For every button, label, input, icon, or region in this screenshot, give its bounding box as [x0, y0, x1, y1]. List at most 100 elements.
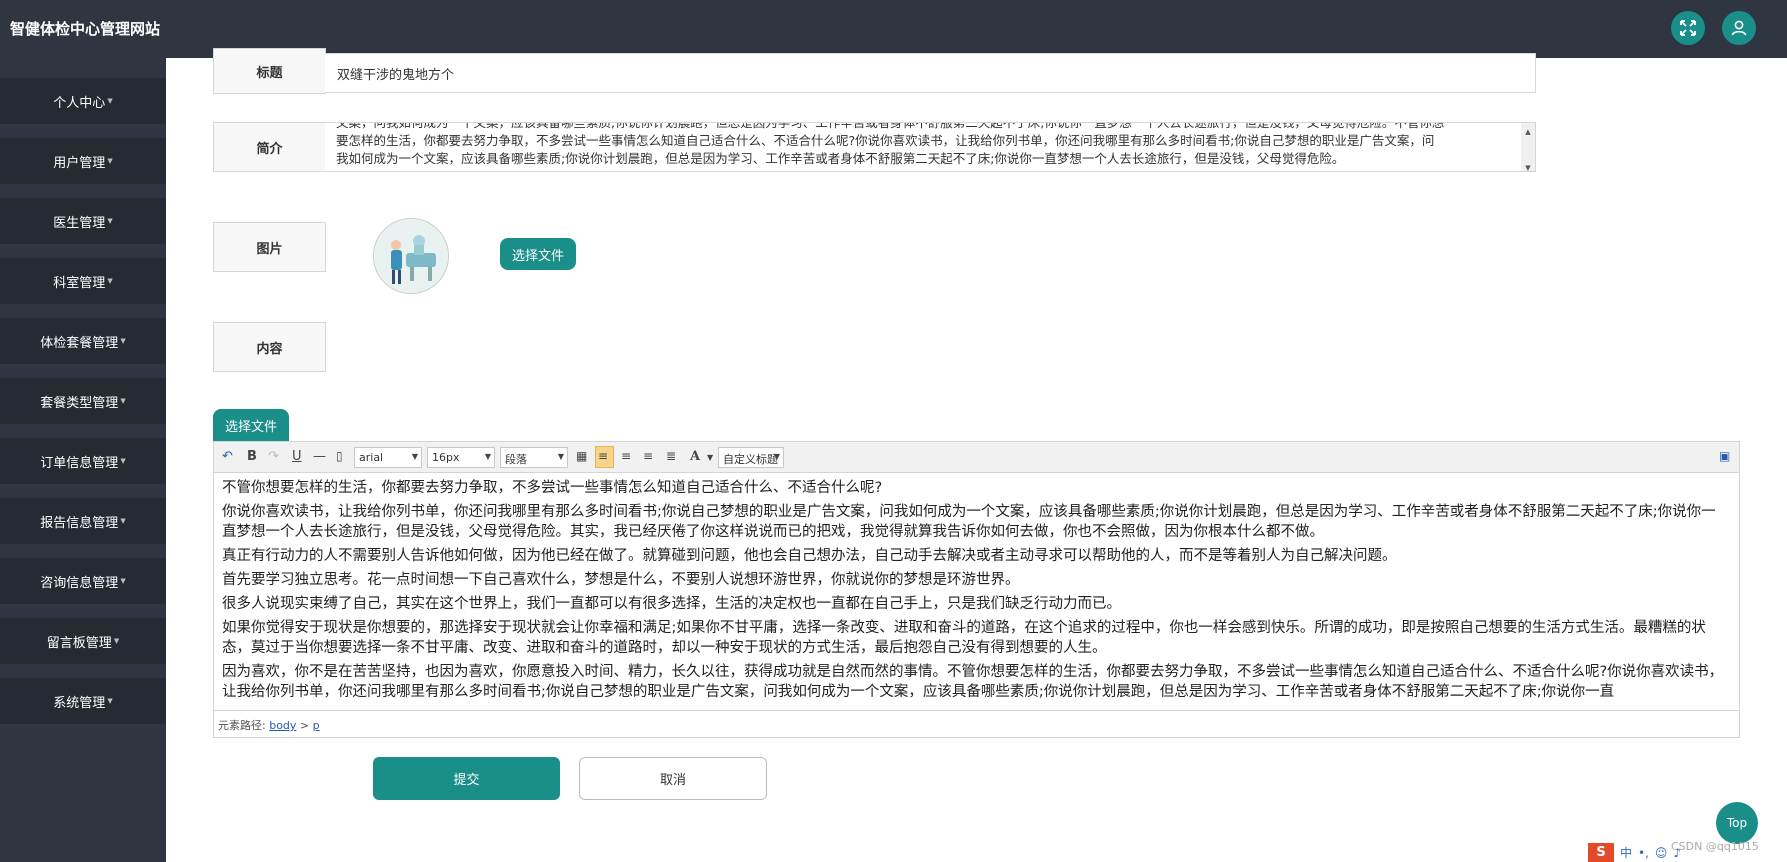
back-to-top-button[interactable]: Top [1716, 802, 1758, 844]
caret-down-icon: ▼ [120, 457, 126, 465]
undo-icon[interactable]: ↶ [222, 449, 233, 464]
fullscreen-icon[interactable] [1671, 11, 1705, 45]
sidebar-item-checkup-packages[interactable]: 体检套餐管理 ▼ [0, 318, 166, 364]
sidebar-item-message-board[interactable]: 留言板管理 ▼ [0, 618, 166, 664]
sidebar-item-label: 报告信息管理 [40, 515, 119, 531]
horizontal-rule-icon[interactable]: — [313, 449, 326, 464]
intro-line: 文案，问我如何成为一个文案，应该具备哪些素质;你说你计划晨跑，但总是因为学习、工… [336, 122, 1445, 130]
sidebar-item-doctors[interactable]: 医生管理 ▼ [0, 198, 166, 244]
editor-paragraph: 不管你想要怎样的生活，你都要去努力争取，不多尝试一些事情怎么知道自己适合什么、不… [222, 480, 883, 496]
uploaded-image-thumbnail [373, 218, 449, 294]
editor-paragraph: 因为喜欢，你不是在苦苦坚持，也因为喜欢，你愿意投入时间、精力，长久以往，获得成功… [222, 664, 1724, 700]
font-color-dropdown-icon[interactable]: ▼ [707, 453, 713, 462]
sidebar-item-consultations[interactable]: 咨询信息管理 ▼ [0, 558, 166, 604]
editor-paragraph: 真正有行动力的人不需要别人告诉他如何做，因为他已经在做了。就算碰到问题，他也会自… [222, 548, 1397, 564]
rich-text-editor: ↶ B ↷ U — ▯ arial ▼ 16px ▼ 段落 ▼ ▦ ≡ ≡ ≡ ≣ A… [213, 441, 1740, 738]
editor-paragraph: 如果你觉得安于现状是你想要的，那选择安于现状就会让你幸福和满足;如果你不甘平庸，… [222, 620, 1706, 656]
ime-language[interactable]: 中 [1620, 844, 1632, 861]
paragraph-value: 段落 [505, 453, 527, 466]
title-input[interactable]: 双缝干涉的鬼地方个 [325, 53, 1536, 93]
sidebar: 个人中心 ▼ 用户管理 ▼ 医生管理 ▼ 科室管理 ▼ 体检套餐管理 ▼ 套餐类型管理 ▼ … [0, 58, 166, 862]
sidebar-item-orders[interactable]: 订单信息管理 ▼ [0, 438, 166, 484]
align-justify-icon[interactable]: ≣ [666, 449, 676, 463]
paragraph-select[interactable]: 段落 ▼ [500, 447, 568, 468]
sidebar-item-departments[interactable]: 科室管理 ▼ [0, 258, 166, 304]
editor-content[interactable]: 不管你想要怎样的生活，你都要去努力争取，不多尝试一些事情怎么知道自己适合什么、不… [214, 474, 1739, 708]
align-center-icon[interactable]: ≡ [621, 449, 631, 463]
user-icon[interactable] [1722, 11, 1756, 45]
dropdown-arrow-icon: ▼ [557, 452, 564, 461]
caret-down-icon: ▼ [107, 277, 113, 285]
editor-toolbar: ↶ B ↷ U — ▯ arial ▼ 16px ▼ 段落 ▼ ▦ ≡ ≡ ≡ ≣ A… [214, 442, 1739, 473]
editor-paragraph: 你说你喜欢读书，让我给你列书单，你还问我哪里有那么多时间看书;你说自己梦想的职业… [222, 504, 1716, 540]
intro-line: 我如何成为一个文案，应该具备哪些素质;你说你计划晨跑，但总是因为学习、工作辛苦或… [336, 151, 1345, 166]
caret-down-icon: ▼ [107, 97, 113, 105]
sidebar-item-label: 留言板管理 [46, 635, 112, 651]
sidebar-item-label: 用户管理 [53, 155, 106, 171]
caret-down-icon: ▼ [107, 697, 113, 705]
sidebar-item-label: 订单信息管理 [40, 455, 119, 471]
ime-logo-icon: S [1588, 843, 1614, 862]
sidebar-item-label: 套餐类型管理 [40, 395, 119, 411]
caret-down-icon: ▼ [120, 337, 126, 345]
table-icon[interactable]: ▦ [576, 449, 587, 463]
align-right-icon[interactable]: ≡ [643, 449, 653, 463]
sidebar-item-label: 科室管理 [53, 275, 106, 291]
caret-down-icon: ▼ [107, 157, 113, 165]
choose-content-file-button[interactable]: 选择文件 [213, 409, 289, 441]
sidebar-item-label: 系统管理 [53, 695, 106, 711]
content-label: 内容 [213, 322, 326, 372]
font-size-select[interactable]: 16px ▼ [427, 447, 495, 468]
editor-paragraph: 很多人说现实束缚了自己，其实在这个世界上，我们一直都可以有很多选择，生活的决定权… [222, 596, 1121, 612]
fullscreen-editor-icon[interactable]: ▣ [1719, 449, 1730, 463]
sidebar-item-package-types[interactable]: 套餐类型管理 ▼ [0, 378, 166, 424]
choose-image-file-button[interactable]: 选择文件 [500, 238, 576, 270]
font-family-select[interactable]: arial ▼ [354, 447, 422, 468]
element-path-p-link[interactable]: p [313, 719, 320, 732]
intro-textarea[interactable]: 文案，问我如何成为一个文案，应该具备哪些素质;你说你计划晨跑，但总是因为学习、工… [325, 122, 1536, 172]
dropdown-arrow-icon: ▼ [773, 452, 780, 461]
sidebar-item-label: 医生管理 [53, 215, 106, 231]
textarea-scrollbar[interactable]: ▲ ▼ [1521, 123, 1535, 171]
caret-down-icon: ▼ [120, 517, 126, 525]
ime-toolbar[interactable]: S 中 •, ☺ ♪ [1588, 843, 1774, 862]
caret-down-icon: ▼ [107, 217, 113, 225]
sidebar-item-label: 个人中心 [53, 95, 106, 111]
submit-button[interactable]: 提交 [373, 757, 560, 800]
title-label: 标题 [213, 48, 326, 94]
caret-down-icon: ▼ [120, 577, 126, 585]
dropdown-arrow-icon: ▼ [484, 452, 491, 461]
font-color-icon[interactable]: A [690, 449, 700, 464]
element-path-body-link[interactable]: body [269, 719, 296, 732]
site-title: 智健体检中心管理网站 [10, 20, 161, 38]
editor-element-path: 元素路径: body > p [214, 710, 1739, 737]
caret-down-icon: ▼ [113, 637, 120, 645]
custom-title-select[interactable]: 自定义标题 ▼ [718, 447, 784, 468]
underline-icon[interactable]: U [292, 449, 302, 464]
dropdown-arrow-icon: ▼ [411, 452, 418, 461]
align-left-icon[interactable]: ≡ [598, 449, 608, 463]
ime-emoji-icon[interactable]: ☺ [1655, 846, 1668, 860]
cancel-button[interactable]: 取消 [579, 757, 767, 800]
ime-punctuation-icon[interactable]: •, [1638, 846, 1649, 860]
caret-down-icon: ▼ [120, 397, 126, 405]
bold-icon[interactable]: B [247, 449, 257, 464]
element-path-label: 元素路径: [218, 719, 266, 732]
page-icon[interactable]: ▯ [336, 449, 343, 463]
font-family-value: arial [359, 451, 384, 464]
sidebar-item-system[interactable]: 系统管理 ▼ [0, 678, 166, 724]
page-scrollbar[interactable] [1773, 58, 1787, 862]
sidebar-item-personal-center[interactable]: 个人中心 ▼ [0, 78, 166, 124]
sidebar-item-reports[interactable]: 报告信息管理 ▼ [0, 498, 166, 544]
ime-mic-icon[interactable]: ♪ [1673, 846, 1681, 860]
sidebar-item-label: 咨询信息管理 [40, 575, 119, 591]
element-path-separator: > [299, 719, 310, 732]
image-label: 图片 [213, 222, 326, 272]
redo-icon[interactable]: ↷ [268, 449, 279, 464]
intro-label: 简介 [213, 122, 326, 172]
custom-title-value: 自定义标题 [723, 453, 778, 466]
font-size-value: 16px [432, 451, 460, 464]
sidebar-item-label: 体检套餐管理 [40, 335, 119, 351]
sidebar-item-users[interactable]: 用户管理 ▼ [0, 138, 166, 184]
editor-paragraph: 首先要学习独立思考。花一点时间想一下自己喜欢什么，梦想是什么，不要别人说想环游世… [222, 572, 1020, 588]
